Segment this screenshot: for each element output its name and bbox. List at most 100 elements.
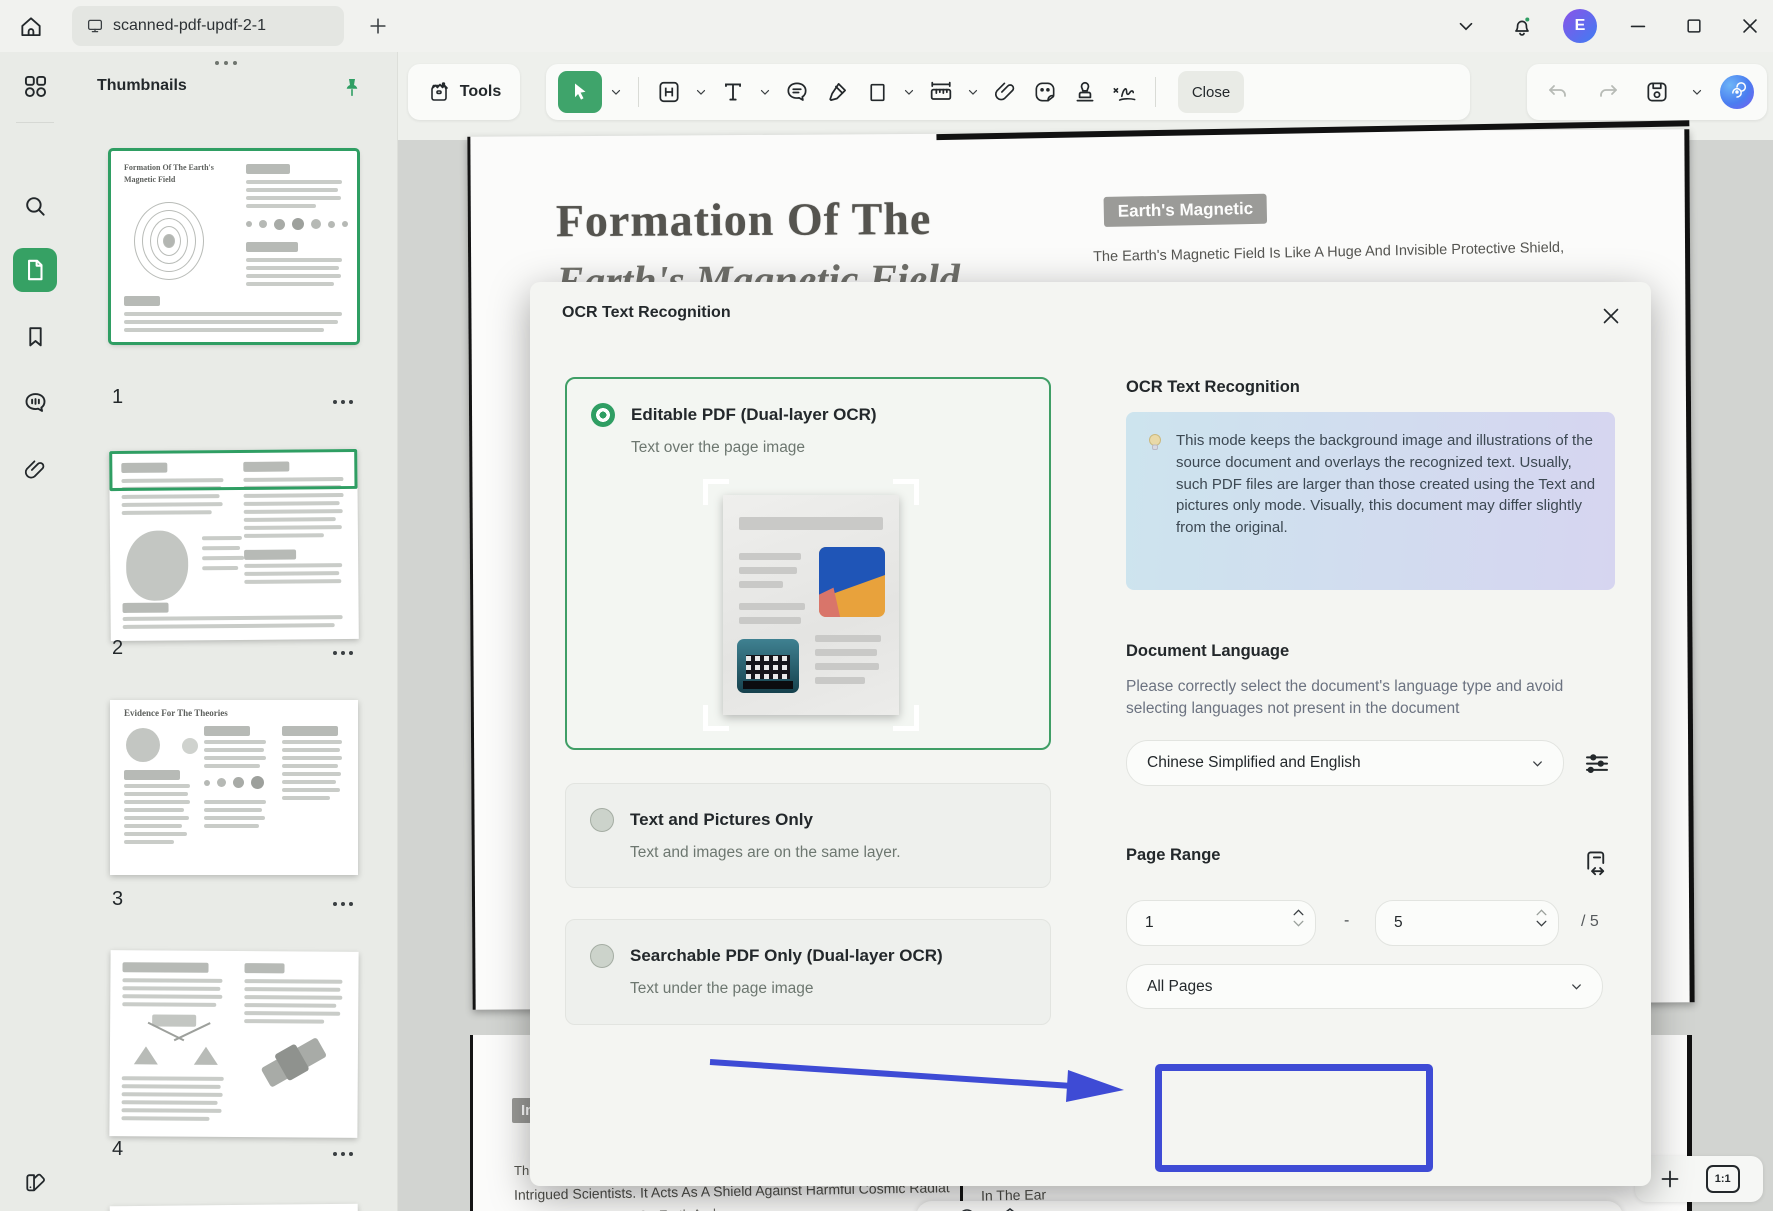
floating-toolbar-partial[interactable] <box>916 1201 1623 1211</box>
thumbnail-preview <box>126 530 189 601</box>
maximize-button[interactable] <box>1679 11 1709 41</box>
page-scope-select[interactable]: All Pages <box>1126 964 1603 1009</box>
page-to-field[interactable] <box>1375 900 1559 946</box>
option-text-pictures-only[interactable]: Text and Pictures Only Text and images a… <box>565 783 1051 888</box>
close-icon <box>1599 304 1623 328</box>
select-tool-dropdown[interactable] <box>606 71 626 113</box>
notifications-button[interactable] <box>1507 11 1537 41</box>
stamp-tool[interactable] <box>1067 71 1103 113</box>
sticker-tool[interactable] <box>1027 71 1063 113</box>
radio-selected-icon[interactable] <box>591 403 615 427</box>
measure-tool-dropdown[interactable] <box>963 71 983 113</box>
document-language-heading: Document Language <box>1126 642 1289 661</box>
thumbnail-page-5[interactable]: Satellite Communications And Power Grids <box>110 1204 359 1211</box>
select-tool-button[interactable] <box>558 71 602 113</box>
thumbnail-menu-icon[interactable] <box>333 643 353 663</box>
measure-tool[interactable] <box>923 71 959 113</box>
thumbnail-page-1[interactable]: Formation Of The Earth's Magnetic Field <box>110 150 358 343</box>
radio-unselected-icon[interactable] <box>590 808 614 832</box>
undo-button[interactable] <box>1540 71 1576 113</box>
save-dropdown[interactable] <box>1688 71 1706 113</box>
comment-icon <box>22 389 49 416</box>
sidebar-item-appearance[interactable] <box>13 1160 57 1204</box>
redo-button[interactable] <box>1590 71 1626 113</box>
language-select[interactable]: Chinese Simplified and English <box>1126 740 1564 786</box>
option-title: Editable PDF (Dual-layer OCR) <box>631 405 877 425</box>
thumbnail-menu-icon[interactable] <box>333 392 353 412</box>
photo-thumbnail <box>819 547 885 617</box>
ai-assistant-button[interactable] <box>1720 75 1754 109</box>
option-editable-pdf[interactable]: Editable PDF (Dual-layer OCR) Text over … <box>565 377 1051 750</box>
search-icon <box>22 193 48 219</box>
shape-tool-dropdown[interactable] <box>899 71 919 113</box>
heading-box-icon <box>656 79 682 105</box>
thumbnail-menu-icon[interactable] <box>333 1144 353 1164</box>
dialog-close-button[interactable] <box>1595 300 1627 332</box>
signature-tool[interactable] <box>1107 71 1143 113</box>
save-button[interactable] <box>1639 71 1675 113</box>
text-tool-dropdown[interactable] <box>755 71 775 113</box>
language-select-value: Chinese Simplified and English <box>1147 754 1361 772</box>
thumbnail-page-2[interactable] <box>109 449 359 641</box>
option-searchable-pdf[interactable]: Searchable PDF Only (Dual-layer OCR) Tex… <box>565 919 1051 1025</box>
thumbnail-preview-title: Evidence For The Theories <box>124 708 284 718</box>
home-button[interactable] <box>12 8 50 46</box>
thumbnail-preview <box>126 198 212 284</box>
zoom-controls: 1:1 <box>1635 1156 1763 1202</box>
signature-icon <box>1110 77 1140 107</box>
highlight-annotation-rect <box>1155 1064 1433 1172</box>
edit-heading-dropdown[interactable] <box>691 71 711 113</box>
page-number: 2 <box>112 637 123 660</box>
page-icon <box>22 257 48 283</box>
collapse-toolbar-button[interactable] <box>1451 11 1481 41</box>
pin-panel-button[interactable] <box>337 73 367 103</box>
actual-size-button[interactable]: 1:1 <box>1706 1165 1740 1193</box>
ocr-mode-illustration <box>717 491 905 719</box>
sidebar-item-comments[interactable] <box>13 380 57 424</box>
redo-icon <box>1596 80 1620 104</box>
attachment-tool[interactable] <box>987 71 1023 113</box>
new-tab-button[interactable] <box>362 10 394 42</box>
page-to-stepper[interactable] <box>1535 908 1548 928</box>
thumbnail-menu-icon[interactable] <box>333 894 353 914</box>
tools-label: Tools <box>460 83 501 101</box>
close-window-button[interactable] <box>1735 11 1765 41</box>
page-from-stepper[interactable] <box>1292 908 1305 928</box>
minimize-button[interactable] <box>1623 11 1653 41</box>
sidebar-item-dashboard[interactable] <box>13 64 57 108</box>
thumbnail-selection-strip <box>109 449 357 491</box>
tools-button[interactable]: Tools <box>408 64 520 120</box>
chevron-down-icon <box>1530 756 1545 771</box>
lightbulb-icon <box>1146 432 1164 454</box>
edit-heading-tool[interactable] <box>651 71 687 113</box>
chevron-down-icon <box>1569 979 1584 994</box>
page-range-settings-button[interactable] <box>1582 848 1612 878</box>
sidebar-item-thumbnails[interactable] <box>13 248 57 292</box>
document-tab[interactable]: scanned-pdf-updf-2-1 <box>72 6 344 46</box>
avatar[interactable]: E <box>1563 9 1597 43</box>
document-fragment: On Earth And <box>638 1206 716 1211</box>
divider <box>638 77 639 107</box>
sidebar-item-search[interactable] <box>13 184 57 228</box>
text-tool[interactable] <box>715 71 751 113</box>
panel-drag-handle[interactable] <box>215 61 237 65</box>
page-to-input[interactable] <box>1376 901 1558 945</box>
highlighter-tool[interactable] <box>819 71 855 113</box>
thumbnail-page-4[interactable] <box>109 950 358 1138</box>
shape-tool[interactable] <box>859 71 895 113</box>
sidebar-item-bookmarks[interactable] <box>13 314 57 358</box>
language-advanced-button[interactable] <box>1582 748 1612 778</box>
chevron-down-icon <box>609 85 623 99</box>
building-photo-thumbnail <box>737 639 799 693</box>
page-from-input[interactable] <box>1127 901 1315 945</box>
thumbnail-page-3[interactable]: Evidence For The Theories <box>110 700 358 875</box>
palette-icon <box>22 1169 49 1196</box>
comment-tool[interactable] <box>779 71 815 113</box>
radio-unselected-icon[interactable] <box>590 944 614 968</box>
plus-icon <box>367 15 389 37</box>
zoom-in-button[interactable] <box>1658 1167 1682 1191</box>
sidebar-item-attachments[interactable] <box>13 448 57 492</box>
sliders-icon <box>1582 748 1612 778</box>
page-from-field[interactable] <box>1126 900 1316 946</box>
close-edit-mode-button[interactable]: Close <box>1178 71 1244 113</box>
